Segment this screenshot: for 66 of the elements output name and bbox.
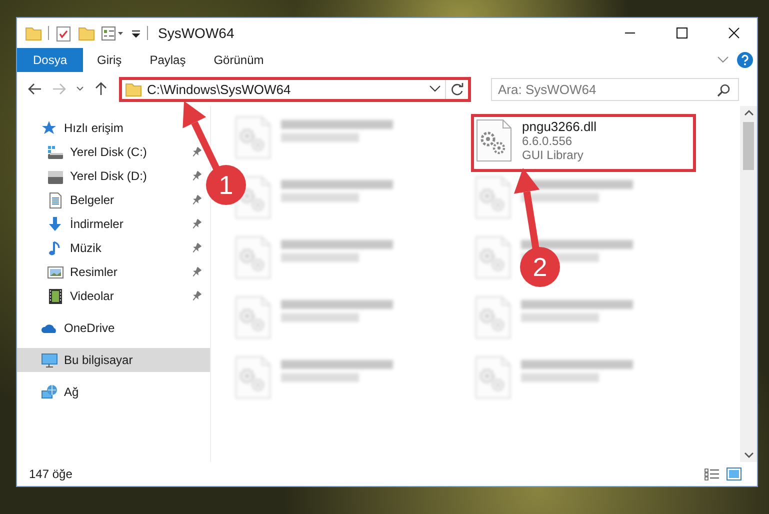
address-bar[interactable]: C:\Windows\SysWOW64 [119,76,471,102]
search-icon [717,82,731,96]
dll-file-icon [475,176,511,219]
list-icon [704,467,720,481]
sidebar-item[interactable]: Ağ [17,380,210,404]
refresh-icon [450,82,464,96]
file-description: GUI Library [522,148,584,162]
address-path: C:\Windows\SysWOW64 [147,82,292,96]
document-icon [47,192,64,208]
properties-icon [101,24,125,42]
folder-icon [125,80,142,98]
network-icon [41,384,58,400]
ribbon-tab[interactable]: Paylaş [136,48,200,72]
help-icon [737,52,753,68]
dll-file-icon [475,296,511,339]
sidebar-item[interactable]: Belgeler [17,188,210,212]
sidebar-item[interactable]: Müzik [17,236,210,260]
folder-icon [25,24,42,42]
callout-circle [520,247,560,287]
checklist-icon [55,24,72,42]
sidebar-item[interactable]: Hızlı erişim [17,116,210,140]
chevron-up-icon [744,109,754,117]
sidebar-item[interactable]: Yerel Disk (D:) [17,164,210,188]
dll-file-icon [476,119,512,162]
star-icon [41,120,58,136]
chevron-down-icon [717,55,729,65]
item-count: 147 öğe [29,467,74,481]
maximize-icon [676,27,688,39]
chevron-down-icon [744,451,754,459]
dll-file-icon [235,236,271,279]
dll-file-icon [235,356,271,399]
file-version: 6.6.0.556 [522,134,574,148]
arrow-right-icon [51,81,67,97]
search-field[interactable]: Ara: SysWOW64 [491,78,739,100]
dll-file-icon [475,236,511,279]
scrollbar-thumb[interactable] [743,122,754,170]
sidebar-item[interactable]: Yerel Disk (C:) [17,140,210,164]
arrow-down-icon [47,216,64,232]
callout-number: 1 [218,170,234,200]
file-item[interactable]: pngu3266.dll 6.6.0.556 GUI Library [471,114,696,172]
folder-icon [78,24,95,42]
dll-file-icon [235,116,271,159]
ribbon-tab[interactable]: Dosya [17,48,84,72]
arrow-left-icon [27,81,43,97]
monitor-icon [41,352,58,368]
drive-icon [47,144,64,160]
picture-icon [726,467,742,481]
arrow-up-icon [93,81,109,97]
callout-number: 2 [532,252,548,282]
sidebar-item[interactable]: Bu bilgisayar [17,348,210,372]
ribbon-tab[interactable]: Giriş [83,48,136,72]
sidebar-item[interactable]: İndirmeler [17,212,210,236]
film-icon [47,288,64,304]
picture-icon [47,264,64,280]
file-name: pngu3266.dll [522,119,596,134]
dll-file-icon [475,356,511,399]
sidebar-item[interactable]: Videolar [17,284,210,308]
window-title: SysWOW64 [158,25,236,41]
chevron-down-icon [429,84,441,94]
sidebar-item[interactable]: Resimler [17,260,210,284]
ribbon-tab[interactable]: Görünüm [200,48,278,72]
callout-circle [206,165,246,205]
scrollbar[interactable] [740,106,757,462]
dll-file-icon [235,296,271,339]
sidebar-item[interactable]: OneDrive [17,316,210,340]
close-icon [728,27,740,39]
